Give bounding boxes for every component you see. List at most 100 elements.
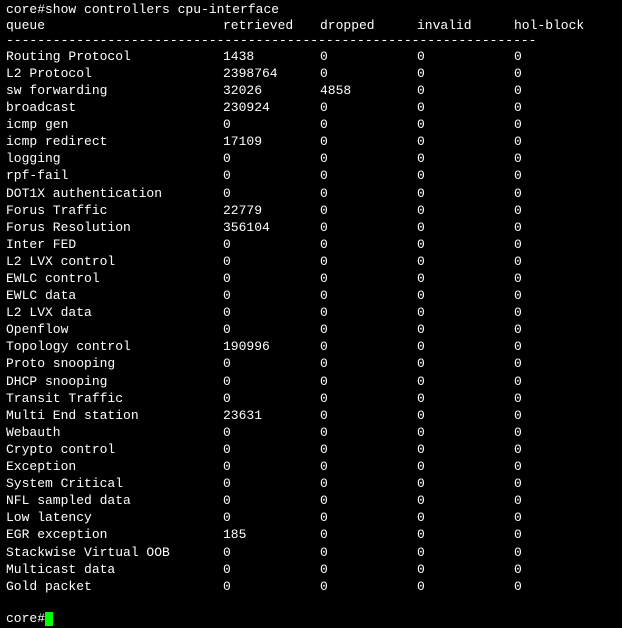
cell-invalid: 0 bbox=[417, 493, 514, 509]
cell-dropped: 0 bbox=[320, 476, 417, 492]
cell-queue: Webauth bbox=[6, 425, 223, 441]
cell-invalid: 0 bbox=[417, 322, 514, 338]
cell-hol-block: 0 bbox=[514, 510, 611, 526]
cell-hol-block: 0 bbox=[514, 237, 611, 253]
cell-retrieved: 185 bbox=[223, 527, 320, 543]
cell-queue: Topology control bbox=[6, 339, 223, 355]
table-body: Routing Protocol1438000L2 Protocol239876… bbox=[6, 49, 616, 595]
cell-dropped: 0 bbox=[320, 203, 417, 219]
cell-hol-block: 0 bbox=[514, 459, 611, 475]
cell-retrieved: 0 bbox=[223, 579, 320, 595]
cell-queue: EGR exception bbox=[6, 527, 223, 543]
cell-hol-block: 0 bbox=[514, 356, 611, 372]
header-retrieved: retrieved bbox=[223, 18, 320, 34]
cell-dropped: 0 bbox=[320, 579, 417, 595]
cell-invalid: 0 bbox=[417, 117, 514, 133]
cell-invalid: 0 bbox=[417, 49, 514, 65]
cell-invalid: 0 bbox=[417, 391, 514, 407]
header-queue: queue bbox=[6, 18, 223, 34]
prompt-line[interactable]: core# bbox=[6, 611, 616, 627]
cell-retrieved: 17109 bbox=[223, 134, 320, 150]
divider-line: ----------------------------------------… bbox=[6, 33, 616, 49]
cell-hol-block: 0 bbox=[514, 83, 611, 99]
cell-invalid: 0 bbox=[417, 66, 514, 82]
cell-invalid: 0 bbox=[417, 220, 514, 236]
cell-dropped: 0 bbox=[320, 288, 417, 304]
cell-hol-block: 0 bbox=[514, 220, 611, 236]
table-row: rpf-fail0000 bbox=[6, 168, 616, 184]
cell-queue: Multicast data bbox=[6, 562, 223, 578]
cell-queue: EWLC data bbox=[6, 288, 223, 304]
cell-hol-block: 0 bbox=[514, 374, 611, 390]
cell-retrieved: 0 bbox=[223, 562, 320, 578]
table-row: DHCP snooping0000 bbox=[6, 374, 616, 390]
cell-invalid: 0 bbox=[417, 339, 514, 355]
cell-queue: Forus Resolution bbox=[6, 220, 223, 236]
cell-invalid: 0 bbox=[417, 305, 514, 321]
cell-invalid: 0 bbox=[417, 356, 514, 372]
cell-queue: L2 Protocol bbox=[6, 66, 223, 82]
cell-dropped: 0 bbox=[320, 459, 417, 475]
cell-hol-block: 0 bbox=[514, 134, 611, 150]
cell-queue: Openflow bbox=[6, 322, 223, 338]
table-row: icmp gen0000 bbox=[6, 117, 616, 133]
cell-queue: Routing Protocol bbox=[6, 49, 223, 65]
cell-invalid: 0 bbox=[417, 374, 514, 390]
cell-dropped: 0 bbox=[320, 134, 417, 150]
cell-queue: rpf-fail bbox=[6, 168, 223, 184]
table-row: EWLC control0000 bbox=[6, 271, 616, 287]
cell-hol-block: 0 bbox=[514, 545, 611, 561]
cell-invalid: 0 bbox=[417, 100, 514, 116]
cell-invalid: 0 bbox=[417, 237, 514, 253]
table-row: Gold packet0000 bbox=[6, 579, 616, 595]
cell-invalid: 0 bbox=[417, 186, 514, 202]
cell-retrieved: 0 bbox=[223, 356, 320, 372]
cell-invalid: 0 bbox=[417, 476, 514, 492]
cell-dropped: 0 bbox=[320, 151, 417, 167]
cell-hol-block: 0 bbox=[514, 168, 611, 184]
cell-dropped: 0 bbox=[320, 100, 417, 116]
cell-retrieved: 0 bbox=[223, 510, 320, 526]
cell-invalid: 0 bbox=[417, 579, 514, 595]
cell-invalid: 0 bbox=[417, 271, 514, 287]
cell-hol-block: 0 bbox=[514, 579, 611, 595]
table-row: Multicast data0000 bbox=[6, 562, 616, 578]
table-row: Webauth0000 bbox=[6, 425, 616, 441]
cell-dropped: 0 bbox=[320, 254, 417, 270]
cell-dropped: 0 bbox=[320, 66, 417, 82]
cell-retrieved: 0 bbox=[223, 186, 320, 202]
cell-invalid: 0 bbox=[417, 527, 514, 543]
table-row: L2 LVX data0000 bbox=[6, 305, 616, 321]
cell-retrieved: 0 bbox=[223, 168, 320, 184]
cell-queue: DHCP snooping bbox=[6, 374, 223, 390]
cell-queue: Stackwise Virtual OOB bbox=[6, 545, 223, 561]
table-row: EGR exception185000 bbox=[6, 527, 616, 543]
cell-invalid: 0 bbox=[417, 168, 514, 184]
table-row: broadcast230924000 bbox=[6, 100, 616, 116]
cell-queue: icmp redirect bbox=[6, 134, 223, 150]
cell-invalid: 0 bbox=[417, 203, 514, 219]
cell-invalid: 0 bbox=[417, 254, 514, 270]
table-row: icmp redirect17109000 bbox=[6, 134, 616, 150]
cell-retrieved: 0 bbox=[223, 151, 320, 167]
cell-queue: L2 LVX control bbox=[6, 254, 223, 270]
table-row: Openflow0000 bbox=[6, 322, 616, 338]
cell-retrieved: 0 bbox=[223, 425, 320, 441]
cell-queue: logging bbox=[6, 151, 223, 167]
cell-invalid: 0 bbox=[417, 510, 514, 526]
cell-queue: Gold packet bbox=[6, 579, 223, 595]
table-row: NFL sampled data0000 bbox=[6, 493, 616, 509]
prompt-text: core# bbox=[6, 611, 45, 627]
cell-queue: Forus Traffic bbox=[6, 203, 223, 219]
cell-retrieved: 0 bbox=[223, 442, 320, 458]
cell-queue: Multi End station bbox=[6, 408, 223, 424]
cell-invalid: 0 bbox=[417, 562, 514, 578]
cell-queue: Exception bbox=[6, 459, 223, 475]
cell-invalid: 0 bbox=[417, 83, 514, 99]
table-row: Transit Traffic0000 bbox=[6, 391, 616, 407]
cell-dropped: 0 bbox=[320, 117, 417, 133]
cell-dropped: 0 bbox=[320, 391, 417, 407]
table-row: logging0000 bbox=[6, 151, 616, 167]
cell-retrieved: 0 bbox=[223, 493, 320, 509]
table-row: Stackwise Virtual OOB0000 bbox=[6, 545, 616, 561]
